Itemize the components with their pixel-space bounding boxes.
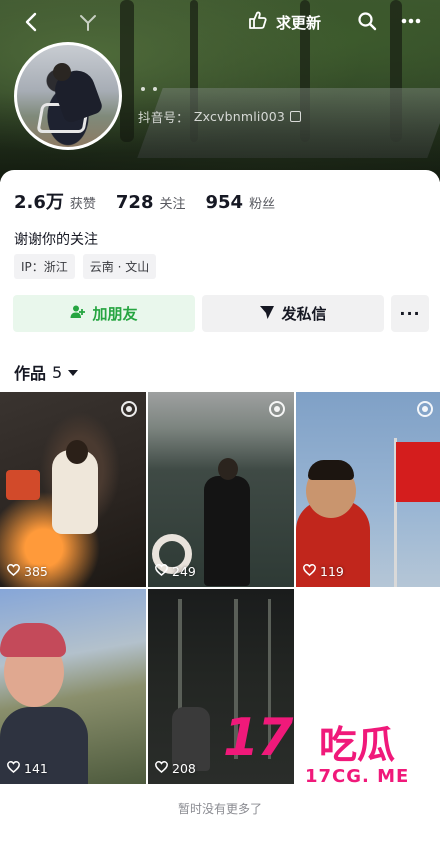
heart-icon <box>303 564 316 579</box>
video-tile[interactable]: 385 <box>0 392 146 587</box>
video-tile[interactable]: 141 <box>0 589 146 784</box>
avatar-head <box>53 63 71 81</box>
likes-count: 208 <box>172 761 196 776</box>
video-tile[interactable]: 249 <box>148 392 294 587</box>
pin-icon <box>121 401 137 417</box>
likes-count: 2.6万 <box>14 192 64 213</box>
add-friend-icon <box>70 304 86 324</box>
works-count: 5 <box>52 362 63 382</box>
request-update-label: 求更新 <box>276 13 322 32</box>
video-likes: 208 <box>155 761 196 776</box>
site-watermark: 17 吃瓜 17CG. ME <box>223 708 433 792</box>
watermark-text: 吃瓜 <box>319 723 396 767</box>
cover-dots <box>141 87 157 91</box>
heart-icon <box>7 564 20 579</box>
more-icon[interactable] <box>398 8 424 34</box>
watermark-number: 17 <box>223 708 293 768</box>
video-tile[interactable]: 119 <box>296 392 440 587</box>
video-likes: 119 <box>303 564 344 579</box>
followers-count: 954 <box>205 192 244 213</box>
likes-count: 385 <box>24 564 48 579</box>
stat-followers[interactable]: 954 粉丝 <box>206 192 276 213</box>
avatar[interactable] <box>14 42 122 150</box>
top-bar: 求更新 <box>0 0 440 44</box>
likes-label: 获赞 <box>69 197 96 212</box>
likes-count: 141 <box>24 761 48 776</box>
heart-icon <box>155 564 168 579</box>
no-more-footer: 暂时没有更多了 <box>177 802 262 816</box>
video-likes: 385 <box>7 564 48 579</box>
ip-tag: IP：浙江 <box>14 254 75 279</box>
copy-icon[interactable] <box>290 111 302 122</box>
search-icon[interactable] <box>354 8 380 34</box>
pin-icon <box>417 401 433 417</box>
profile-stats: 2.6万 获赞 728 关注 954 粉丝 <box>14 188 275 214</box>
tab-works[interactable]: 作品 5 <box>14 360 79 384</box>
back-icon[interactable] <box>18 8 46 36</box>
send-icon <box>259 304 275 324</box>
followers-label: 粉丝 <box>249 197 276 212</box>
add-friend-button[interactable]: 加朋友 <box>13 295 195 332</box>
profile-actions: 加朋友 发私信 ··· <box>13 295 429 332</box>
watermark-site: 17CG. ME <box>305 766 410 787</box>
works-tab-label: 作品 <box>14 364 47 383</box>
pin-icon <box>269 401 285 417</box>
likes-count: 119 <box>320 564 344 579</box>
stat-following[interactable]: 728 关注 <box>116 192 186 213</box>
profile-bio: 谢谢你的关注 <box>14 232 98 248</box>
more-actions-button[interactable]: ··· <box>391 295 429 332</box>
douyin-id-value: Zxcvbnmli003 <box>193 109 286 124</box>
request-update-button[interactable]: 求更新 <box>246 9 321 35</box>
hand-icon <box>246 9 268 35</box>
send-message-label: 发私信 <box>281 305 327 323</box>
video-likes: 141 <box>7 761 48 776</box>
following-label: 关注 <box>159 197 186 212</box>
heart-icon <box>155 761 168 776</box>
douyin-id[interactable]: 抖音号： Zxcvbnmli003 <box>138 107 302 126</box>
add-friend-label: 加朋友 <box>92 305 138 323</box>
following-count: 728 <box>115 192 154 213</box>
profile-tags: IP：浙江 云南 · 文山 <box>14 254 157 279</box>
video-likes: 249 <box>155 564 196 579</box>
send-message-button[interactable]: 发私信 <box>202 295 384 332</box>
logo-icon <box>76 10 100 34</box>
likes-count: 249 <box>172 564 196 579</box>
caret-down-icon <box>68 370 79 376</box>
stat-likes[interactable]: 2.6万 获赞 <box>14 188 96 214</box>
heart-icon <box>7 761 20 776</box>
douyin-id-label: 抖音号： <box>138 110 189 125</box>
location-tag[interactable]: 云南 · 文山 <box>82 254 157 279</box>
